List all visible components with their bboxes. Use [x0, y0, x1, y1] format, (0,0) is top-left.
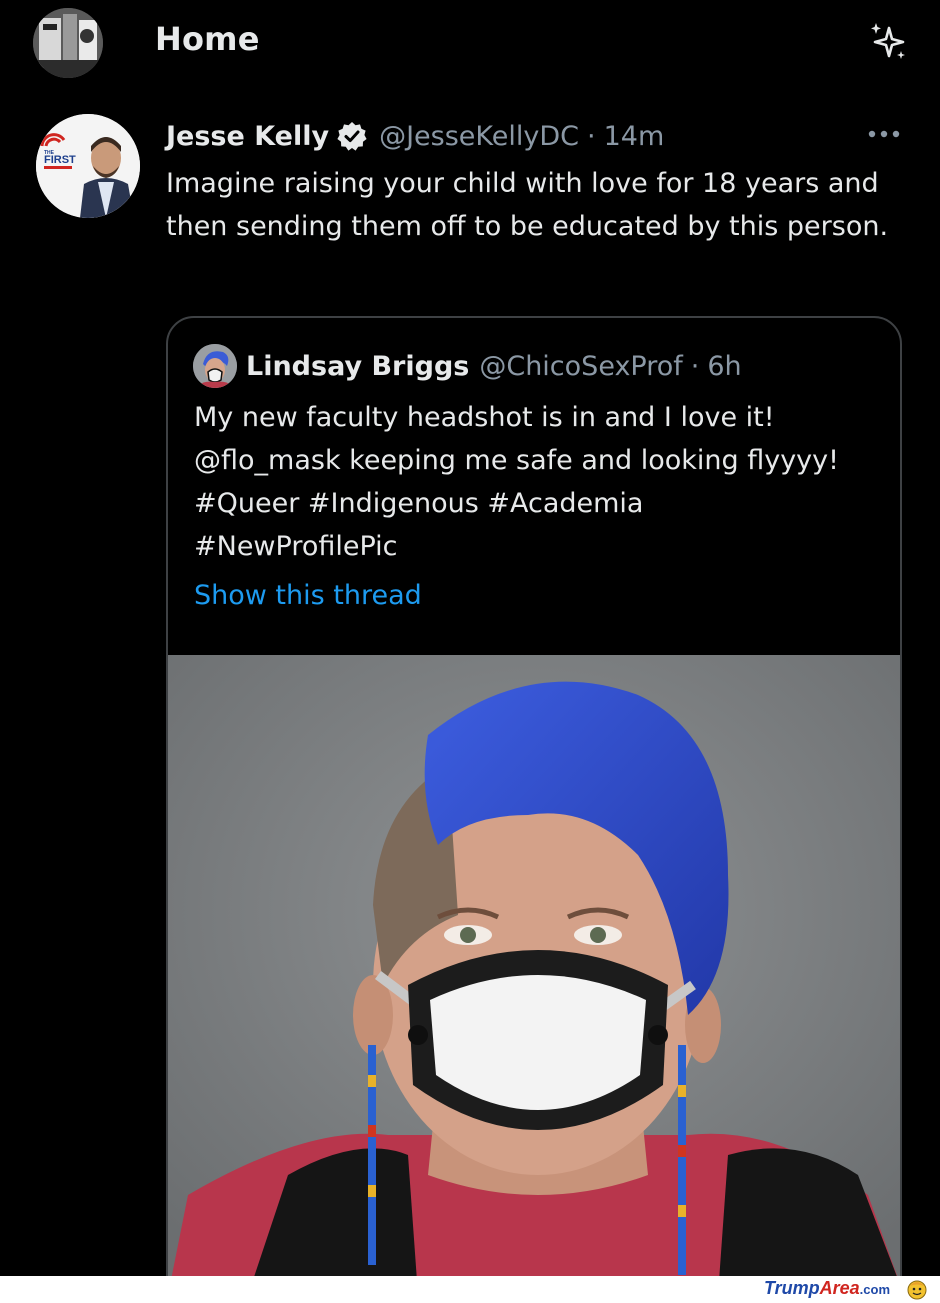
quoted-author-handle[interactable]: @ChicoSexProf: [479, 351, 682, 382]
quoted-text-line: #NewProfilePic: [194, 531, 398, 562]
verified-icon: [337, 122, 367, 151]
screen: Home THE FIRST Jesse Kelly @JesseKellyDC…: [0, 0, 940, 1303]
more-icon[interactable]: [866, 124, 902, 144]
watermark-logo-icon: [907, 1280, 927, 1300]
quoted-text-line: My new faculty headshot is in and I love…: [194, 402, 775, 433]
quoted-text-line: @flo_mask keeping me safe and looking fl…: [194, 445, 839, 476]
quoted-tweet-header: Lindsay Briggs @ChicoSexProf · 6h: [246, 346, 742, 386]
watermark-part-2: Area: [819, 1278, 860, 1298]
headshot-photo[interactable]: [168, 655, 900, 1295]
sparkle-icon[interactable]: [865, 20, 909, 64]
quoted-text-line: #Queer #Indigenous #Academia: [194, 488, 644, 519]
watermark-part-3: .com: [859, 1282, 890, 1297]
badge-text: FIRST: [44, 154, 76, 166]
watermark-text: TrumpArea.com: [764, 1278, 890, 1299]
quoted-tweet-text: My new faculty headshot is in and I love…: [194, 396, 884, 568]
tweet-header: Jesse Kelly @JesseKellyDC · 14m: [166, 116, 664, 156]
author-name[interactable]: Jesse Kelly: [166, 121, 329, 152]
separator-dot: ·: [587, 120, 596, 152]
tweet-time[interactable]: 14m: [604, 121, 665, 152]
tweet-text: Imagine raising your child with love for…: [166, 168, 889, 242]
author-handle[interactable]: @JesseKellyDC: [379, 121, 579, 152]
separator-dot: ·: [690, 350, 700, 382]
page-title: Home: [155, 20, 260, 58]
user-avatar[interactable]: [33, 8, 103, 78]
watermark-part-1: Trump: [763, 1278, 820, 1298]
top-header: Home: [0, 0, 940, 90]
quoted-author-avatar[interactable]: [193, 344, 237, 388]
show-thread-link[interactable]: Show this thread: [194, 580, 422, 611]
watermark-bar: TrumpArea.com: [0, 1276, 940, 1303]
author-avatar[interactable]: THE FIRST: [36, 114, 140, 218]
quoted-tweet-card[interactable]: Lindsay Briggs @ChicoSexProf · 6h My new…: [166, 316, 902, 1303]
quoted-author-name[interactable]: Lindsay Briggs: [246, 351, 469, 382]
quoted-tweet-time[interactable]: 6h: [707, 351, 741, 382]
